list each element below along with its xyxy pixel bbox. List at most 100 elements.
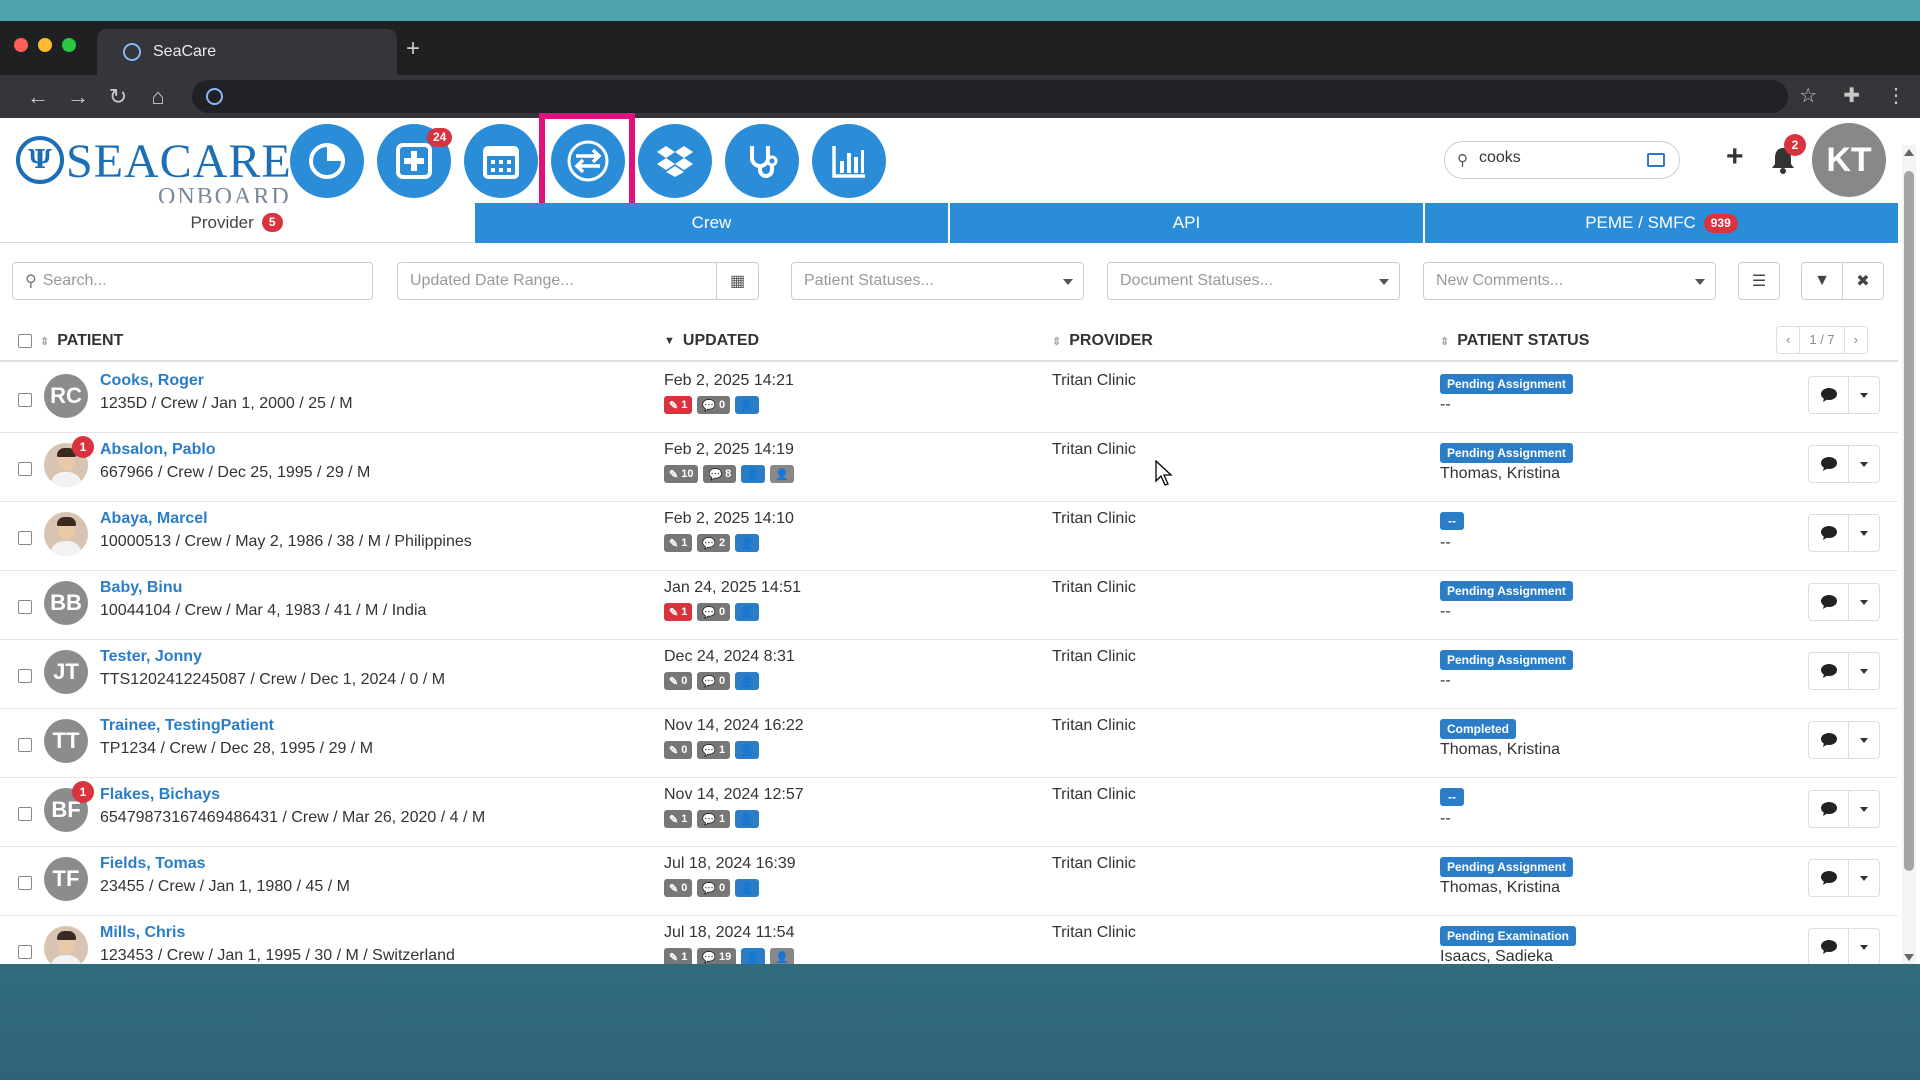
documents-button[interactable] <box>638 124 712 198</box>
back-icon[interactable]: ← <box>18 84 58 110</box>
table-row[interactable]: TT Trainee, TestingPatient TP1234 / Crew /… <box>0 709 1898 778</box>
examination-button[interactable] <box>725 124 799 198</box>
comment-button[interactable] <box>1809 791 1849 827</box>
comments-chip[interactable]: 💬 1 <box>697 741 731 759</box>
prev-page-button[interactable]: ‹ <box>1777 327 1799 353</box>
minimize-window-button[interactable] <box>38 38 52 52</box>
patient-name-link[interactable]: Trainee, TestingPatient <box>100 717 274 735</box>
patient-name-link[interactable]: Tester, Jonny <box>100 648 202 666</box>
table-row[interactable]: TF Fields, Tomas 23455 / Crew / Jan 1, 198… <box>0 847 1898 916</box>
clear-filter-button[interactable]: ✖ <box>1842 262 1884 300</box>
maximize-window-button[interactable] <box>62 38 76 52</box>
table-row[interactable]: Abaya, Marcel 10000513 / Crew / May 2, 19… <box>0 502 1898 571</box>
patient-name-link[interactable]: Absalon, Pablo <box>100 441 216 459</box>
row-menu-button[interactable] <box>1849 515 1879 551</box>
comments-chip[interactable]: 💬 2 <box>697 534 731 552</box>
row-menu-button[interactable] <box>1849 584 1879 620</box>
calendar-button[interactable] <box>464 124 538 198</box>
scroll-up-icon[interactable] <box>1904 149 1914 156</box>
documents-chip[interactable]: ✎ 1 <box>664 948 693 964</box>
browser-menu-icon[interactable]: ⋮ <box>1886 83 1906 108</box>
row-checkbox[interactable] <box>18 531 32 545</box>
tab-crew[interactable]: Crew <box>473 203 948 243</box>
row-checkbox[interactable] <box>18 876 32 890</box>
row-menu-button[interactable] <box>1849 446 1879 482</box>
dashboard-button[interactable] <box>290 124 364 198</box>
calendar-icon[interactable]: ▦ <box>716 263 758 299</box>
row-menu-button[interactable] <box>1849 722 1879 758</box>
date-range-input[interactable]: Updated Date Range... ▦ <box>397 262 759 300</box>
add-patient-button[interactable]: 24 <box>377 124 453 198</box>
row-menu-button[interactable] <box>1849 653 1879 689</box>
row-menu-button[interactable] <box>1849 377 1879 413</box>
page-scrollbar[interactable] <box>1902 145 1916 964</box>
new-comments-select[interactable]: New Comments... <box>1423 262 1716 300</box>
close-window-button[interactable] <box>14 38 28 52</box>
person-icon[interactable]: 👤 <box>735 603 759 621</box>
person-icon[interactable]: 👤 <box>735 396 759 414</box>
patient-name-link[interactable]: Fields, Tomas <box>100 855 206 873</box>
person-icon[interactable]: 👤 <box>741 465 765 483</box>
reload-icon[interactable]: ↻ <box>98 84 138 110</box>
table-row[interactable]: Mills, Chris 123453 / Crew / Jan 1, 1995 … <box>0 916 1898 964</box>
new-tab-button[interactable]: + <box>406 35 420 63</box>
forward-icon[interactable]: → <box>58 84 98 110</box>
documents-chip[interactable]: ✎ 1 <box>664 810 693 828</box>
add-icon[interactable]: + <box>1726 140 1744 174</box>
comments-chip[interactable]: 💬 19 <box>697 948 737 964</box>
person-icon[interactable]: 👤 <box>741 948 765 964</box>
row-checkbox[interactable] <box>18 738 32 752</box>
person-icon[interactable]: 👤 <box>770 465 794 483</box>
person-icon[interactable]: 👤 <box>770 948 794 964</box>
column-settings-button[interactable]: ☰ <box>1738 262 1780 300</box>
documents-chip[interactable]: ✎ 0 <box>664 741 693 759</box>
card-icon[interactable] <box>1647 153 1665 167</box>
documents-chip[interactable]: ✎ 1 <box>664 603 693 621</box>
notifications-button[interactable]: 2 <box>1770 134 1806 179</box>
row-menu-button[interactable] <box>1849 860 1879 896</box>
comments-chip[interactable]: 💬 0 <box>697 603 731 621</box>
apply-filter-button[interactable]: ▼ <box>1801 262 1843 300</box>
row-menu-button[interactable] <box>1849 929 1879 964</box>
patient-name-link[interactable]: Baby, Binu <box>100 579 182 597</box>
table-row[interactable]: BF 1 Flakes, Bichays 6547987316746948643‌1 … <box>0 778 1898 847</box>
patient-column-header[interactable]: PATIENT <box>57 332 123 350</box>
reports-button[interactable] <box>812 124 886 198</box>
comments-chip[interactable]: 💬 0 <box>697 396 731 414</box>
extensions-icon[interactable]: ✚ <box>1843 83 1860 108</box>
comment-button[interactable] <box>1809 377 1849 413</box>
row-checkbox[interactable] <box>18 462 32 476</box>
person-icon[interactable]: 👤 <box>735 879 759 897</box>
tab-provider[interactable]: Provider 5 <box>0 203 473 243</box>
table-row[interactable]: JT Tester, Jonny TTS1202412245087 / Crew /… <box>0 640 1898 709</box>
comment-button[interactable] <box>1809 653 1849 689</box>
patient-search-input[interactable]: ⚲ Search... <box>12 262 373 300</box>
table-row[interactable]: RC Cooks, Roger 1235D / Crew / Jan 1, 2000… <box>0 364 1898 433</box>
home-icon[interactable]: ⌂ <box>138 84 178 110</box>
comments-chip[interactable]: 💬 1 <box>697 810 731 828</box>
tab-peme-smfc[interactable]: PEME / SMFC 939 <box>1423 203 1898 243</box>
provider-header[interactable]: ⇕ PROVIDER <box>1052 332 1153 350</box>
patient-name-link[interactable]: Mills, Chris <box>100 924 185 942</box>
bookmark-star-icon[interactable]: ☆ <box>1799 83 1817 108</box>
row-menu-button[interactable] <box>1849 791 1879 827</box>
status-header[interactable]: ⇕ PATIENT STATUS <box>1440 332 1589 350</box>
comments-chip[interactable]: 💬 0 <box>697 879 731 897</box>
address-bar[interactable] <box>192 80 1788 113</box>
browser-tab-seacare[interactable]: SeaCare <box>97 29 397 75</box>
select-all-checkbox[interactable] <box>18 334 32 348</box>
documents-chip[interactable]: ✎ 1 <box>664 534 693 552</box>
header-search-input[interactable] <box>1479 149 1639 167</box>
row-checkbox[interactable] <box>18 807 32 821</box>
row-checkbox[interactable] <box>18 669 32 683</box>
patient-status-select[interactable]: Patient Statuses... <box>791 262 1084 300</box>
comments-chip[interactable]: 💬 8 <box>703 465 737 483</box>
scrollbar-thumb[interactable] <box>1904 171 1914 871</box>
patient-name-link[interactable]: Cooks, Roger <box>100 372 204 390</box>
table-row[interactable]: 1 Absalon, Pablo 667966 / Crew / Dec 25, 1… <box>0 433 1898 502</box>
comment-button[interactable] <box>1809 446 1849 482</box>
person-icon[interactable]: 👤 <box>735 534 759 552</box>
comment-button[interactable] <box>1809 722 1849 758</box>
comment-button[interactable] <box>1809 929 1849 964</box>
comments-chip[interactable]: 💬 0 <box>697 672 731 690</box>
